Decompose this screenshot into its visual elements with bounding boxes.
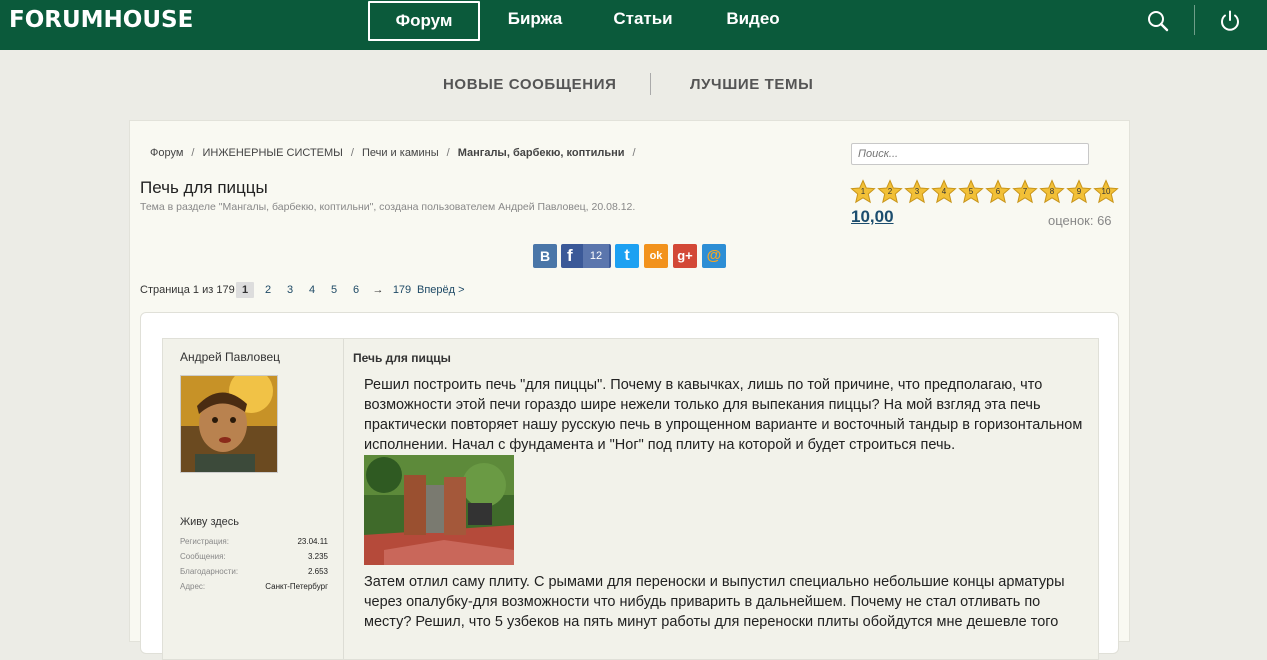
- stat-label: Благодарности:: [180, 567, 239, 576]
- page-link[interactable]: 6: [347, 282, 365, 298]
- rating-star-label: 4: [941, 187, 947, 196]
- page-link[interactable]: 2: [259, 282, 277, 298]
- site-logo[interactable]: FORUMHOUSE: [9, 7, 193, 33]
- post-author[interactable]: Андрей Павловец: [180, 350, 280, 364]
- user-stat-row: Благодарности: 2.653: [180, 567, 328, 582]
- stat-value: 23.04.11: [297, 537, 328, 546]
- rating-star[interactable]: 9: [1066, 179, 1092, 205]
- pager-label: Страница 1 из 179: [140, 284, 235, 296]
- breadcrumb-item[interactable]: Мангалы, барбекю, коптильни: [458, 147, 625, 159]
- top-bar: FORUMHOUSE Форум Биржа Статьи Видео: [0, 0, 1267, 50]
- user-stat-row: Сообщения: 3.235: [180, 552, 328, 567]
- page-link[interactable]: 3: [281, 282, 299, 298]
- rating-star-label: 1: [860, 187, 866, 196]
- stat-label: Сообщения:: [180, 552, 226, 561]
- twitter-share-button[interactable]: t: [615, 244, 639, 268]
- user-stats: Регистрация: 23.04.11 Сообщения: 3.235 Бла…: [180, 537, 328, 597]
- rating-star-label: 5: [968, 187, 974, 196]
- stat-value: Санкт-Петербург: [265, 582, 328, 591]
- topbar-divider: [1194, 5, 1195, 35]
- thread-subtitle: Тема в разделе "Мангалы, барбекю, коптил…: [140, 201, 636, 213]
- stat-label: Адрес:: [180, 582, 206, 591]
- best-topics-link[interactable]: ЛУЧШИЕ ТЕМЫ: [690, 76, 813, 93]
- power-icon[interactable]: [1218, 9, 1242, 33]
- post-paragraph: Решил построить печь "для пиццы". Почему…: [364, 377, 1083, 453]
- new-posts-link[interactable]: НОВЫЕ СООБЩЕНИЯ: [443, 76, 616, 93]
- rating-star-label: 6: [995, 187, 1001, 196]
- rating-star[interactable]: 2: [877, 179, 903, 205]
- rating-star[interactable]: 3: [904, 179, 930, 205]
- rating-star-label: 7: [1022, 187, 1028, 196]
- nav-item-video[interactable]: Видео: [718, 1, 788, 37]
- post-title: Печь для пиццы: [353, 351, 451, 365]
- page-link[interactable]: 4: [303, 282, 321, 298]
- breadcrumb-item[interactable]: ИНЖЕНЕРНЫЕ СИСТЕМЫ: [202, 147, 342, 159]
- search-icon[interactable]: [1146, 9, 1170, 33]
- breadcrumb-item[interactable]: Печи и камины: [362, 147, 439, 159]
- post: Андрей Павловец Живу здесь Регистрация: …: [162, 338, 1099, 660]
- rating-star[interactable]: 5: [958, 179, 984, 205]
- rating-star[interactable]: 7: [1012, 179, 1038, 205]
- subnav-divider: [650, 73, 651, 95]
- page-link[interactable]: 5: [325, 282, 343, 298]
- rating-star-label: 3: [914, 187, 920, 196]
- pager-arrow: →: [372, 284, 384, 296]
- post-user-info: Андрей Павловец Живу здесь Регистрация: …: [163, 339, 344, 659]
- rating-star[interactable]: 4: [931, 179, 957, 205]
- rating-value[interactable]: 10,00: [851, 207, 894, 227]
- breadcrumb-item[interactable]: Форум: [150, 147, 183, 159]
- vk-share-button[interactable]: В: [533, 244, 557, 268]
- stat-label: Регистрация:: [180, 537, 229, 546]
- stat-value[interactable]: 3.235: [308, 552, 328, 561]
- odnoklassniki-share-button[interactable]: ok: [644, 244, 668, 268]
- facebook-icon: f: [567, 246, 573, 265]
- page-link-last[interactable]: 179: [392, 282, 412, 298]
- thread-title: Печь для пиццы: [140, 178, 268, 197]
- user-stat-row: Адрес: Санкт-Петербург: [180, 582, 328, 597]
- facebook-share-count: 12: [583, 244, 609, 268]
- post-paragraph: Затем отлил саму плиту. С рымами для пер…: [364, 574, 1065, 630]
- rating-star-label: 2: [887, 187, 893, 196]
- nav-item-articles[interactable]: Статьи: [608, 1, 678, 37]
- content-panel: Форум / ИНЖЕНЕРНЫЕ СИСТЕМЫ / Печи и камины / М…: [129, 120, 1130, 660]
- breadcrumb: Форум / ИНЖЕНЕРНЫЕ СИСТЕМЫ / Печи и камины / М…: [150, 147, 636, 159]
- sub-nav: НОВЫЕ СООБЩЕНИЯ ЛУЧШИЕ ТЕМЫ: [0, 73, 1267, 96]
- stat-value: 2.653: [307, 567, 328, 576]
- nav-item-forum[interactable]: Форум: [368, 1, 480, 41]
- rating-star[interactable]: 8: [1039, 179, 1065, 205]
- rating-star[interactable]: 10: [1093, 179, 1119, 205]
- facebook-share-button[interactable]: f 12: [561, 244, 611, 268]
- post-photo[interactable]: [364, 455, 514, 565]
- search-input[interactable]: [851, 143, 1089, 165]
- nav-item-exchange[interactable]: Биржа: [500, 1, 570, 37]
- rating-star[interactable]: 6: [985, 179, 1011, 205]
- page-link-current[interactable]: 1: [236, 282, 254, 298]
- google-plus-share-button[interactable]: g+: [673, 244, 697, 268]
- user-stat-row: Регистрация: 23.04.11: [180, 537, 328, 552]
- rating-votes: оценок: 66: [1048, 213, 1112, 228]
- rating-star-label: 10: [1101, 187, 1111, 196]
- user-status: Живу здесь: [180, 516, 240, 528]
- post-message: Печь для пиццы Решил построить печь "для…: [353, 351, 1083, 630]
- next-page-link[interactable]: Вперёд >: [417, 282, 469, 298]
- avatar[interactable]: [180, 375, 278, 473]
- mail-share-button[interactable]: @: [702, 244, 726, 268]
- post-container: Андрей Павловец Живу здесь Регистрация: …: [140, 312, 1119, 660]
- rating-star-label: 8: [1049, 187, 1055, 196]
- rating-star-label: 9: [1076, 187, 1082, 196]
- rating-star[interactable]: 1: [850, 179, 876, 205]
